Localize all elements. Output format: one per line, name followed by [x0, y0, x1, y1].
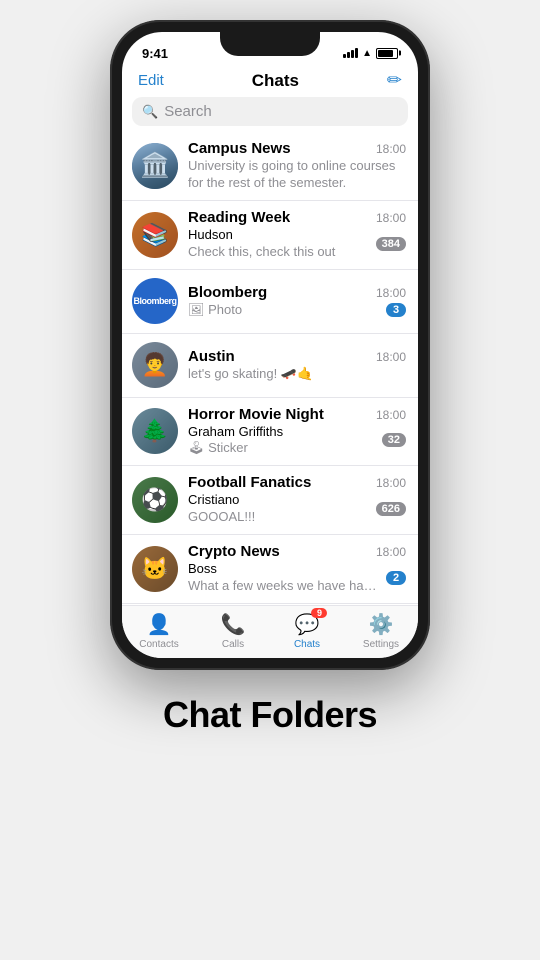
chat-time: 18:00	[376, 142, 406, 156]
list-item[interactable]: Reading Week 18:00 HudsonCheck this, che…	[122, 201, 418, 270]
status-time: 9:41	[142, 46, 168, 61]
chat-content: Austin 18:00 let's go skating! 🛹🤙	[188, 348, 406, 382]
settings-icon: ⚙️	[369, 612, 394, 637]
chat-name: Campus News	[188, 140, 291, 157]
chat-name: Horror Movie Night	[188, 406, 324, 423]
chat-content: Reading Week 18:00 HudsonCheck this, che…	[188, 209, 406, 261]
chat-preview: University is going to online courses fo…	[188, 158, 406, 192]
avatar	[132, 477, 178, 523]
wifi-icon: ▲	[362, 48, 372, 59]
avatar: Bloomberg	[132, 278, 178, 324]
chat-time: 18:00	[376, 211, 406, 225]
list-item[interactable]: Austin 18:00 let's go skating! 🛹🤙	[122, 334, 418, 398]
compose-button[interactable]: ✏︎	[387, 70, 402, 91]
chat-name: Austin	[188, 348, 235, 365]
chat-time: 18:00	[376, 545, 406, 559]
chat-name: Bloomberg	[188, 284, 267, 301]
chat-content: Crypto News 18:00 BossWhat a few weeks w…	[188, 543, 406, 595]
tab-settings[interactable]: ⚙️ Settings	[344, 612, 418, 650]
chat-time: 18:00	[376, 476, 406, 490]
chat-name: Crypto News	[188, 543, 280, 560]
tab-chats-badge-container: 💬 9	[295, 612, 320, 637]
tab-calls-label: Calls	[222, 639, 244, 650]
chat-badge: 3	[386, 303, 406, 317]
avatar	[132, 408, 178, 454]
avatar	[132, 546, 178, 592]
chat-list: Campus News 18:00 University is going to…	[122, 132, 418, 605]
notch	[220, 32, 320, 56]
signal-bars-icon	[343, 48, 358, 58]
chat-name: Reading Week	[188, 209, 290, 226]
chat-content: Bloomberg 18:00 🖼 Photo 3	[188, 284, 406, 318]
chat-time: 18:00	[376, 286, 406, 300]
avatar	[132, 143, 178, 189]
chat-preview: HudsonCheck this, check this out	[188, 227, 372, 261]
status-icons: ▲	[343, 48, 398, 59]
chat-name: Football Fanatics	[188, 474, 311, 491]
avatar	[132, 212, 178, 258]
chat-preview: Graham Griffiths🕹 Sticker	[188, 424, 378, 458]
list-item[interactable]: Campus News 18:00 University is going to…	[122, 132, 418, 201]
chat-badge: 626	[376, 502, 406, 516]
chat-content: Campus News 18:00 University is going to…	[188, 140, 406, 192]
nav-title: Chats	[252, 71, 299, 91]
edit-button[interactable]: Edit	[138, 72, 164, 89]
nav-bar: Edit Chats ✏︎	[122, 68, 418, 97]
chat-content: Horror Movie Night 18:00 Graham Griffith…	[188, 406, 406, 458]
chat-badge: 2	[386, 571, 406, 585]
chat-preview: BossWhat a few weeks we have had 📈	[188, 561, 382, 595]
list-item[interactable]: Bloomberg Bloomberg 18:00 🖼 Photo 3	[122, 270, 418, 334]
contacts-icon: 👤	[147, 612, 172, 637]
phone-screen: 9:41 ▲ Edit Chats ✏︎ 🔍 S	[122, 32, 418, 658]
search-placeholder: Search	[164, 103, 212, 120]
tab-contacts[interactable]: 👤 Contacts	[122, 612, 196, 650]
avatar	[132, 342, 178, 388]
chat-preview: CristianoGOOOAL!!!	[188, 492, 372, 526]
tab-contacts-label: Contacts	[139, 639, 178, 650]
chat-time: 18:00	[376, 408, 406, 422]
chat-preview: let's go skating! 🛹🤙	[188, 366, 406, 382]
tab-settings-label: Settings	[363, 639, 399, 650]
list-item[interactable]: Football Fanatics 18:00 CristianoGOOOAL!…	[122, 466, 418, 535]
search-bar[interactable]: 🔍 Search	[132, 97, 408, 126]
list-item[interactable]: Crypto News 18:00 BossWhat a few weeks w…	[122, 535, 418, 604]
tab-chats-label: Chats	[294, 639, 320, 650]
chat-preview: 🖼 Photo	[188, 302, 382, 318]
battery-icon	[376, 48, 398, 59]
list-item[interactable]: Horror Movie Night 18:00 Graham Griffith…	[122, 398, 418, 467]
chat-badge: 32	[382, 433, 406, 447]
tab-chats[interactable]: 💬 9 Chats	[270, 612, 344, 650]
chat-time: 18:00	[376, 350, 406, 364]
tab-calls[interactable]: 📞 Calls	[196, 612, 270, 650]
page-title: Chat Folders	[163, 694, 377, 736]
chats-badge: 9	[311, 608, 327, 618]
chat-content: Football Fanatics 18:00 CristianoGOOOAL!…	[188, 474, 406, 526]
tab-bar: 👤 Contacts 📞 Calls 💬 9 Chats ⚙️ Settings	[122, 605, 418, 658]
calls-icon: 📞	[221, 612, 246, 637]
phone-frame: 9:41 ▲ Edit Chats ✏︎ 🔍 S	[110, 20, 430, 670]
chat-badge: 384	[376, 237, 406, 251]
search-icon: 🔍	[142, 104, 158, 120]
